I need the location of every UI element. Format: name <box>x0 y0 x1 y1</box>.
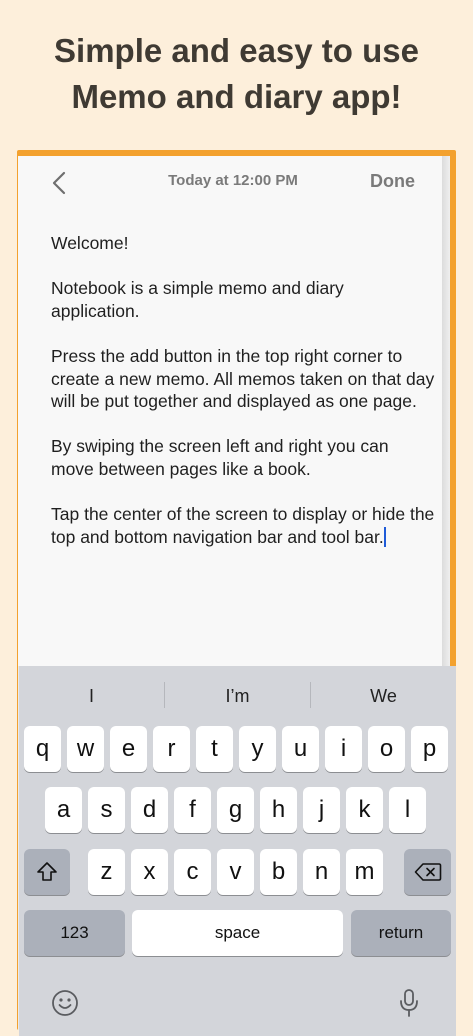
key-b[interactable]: b <box>260 849 297 895</box>
memo-paragraph: Press the add button in the top right co… <box>51 345 435 412</box>
back-button[interactable] <box>46 168 72 198</box>
key-f[interactable]: f <box>174 787 211 833</box>
emoji-icon <box>52 990 78 1016</box>
delete-key[interactable] <box>404 849 451 895</box>
memo-paragraph: Welcome! <box>51 233 129 253</box>
key-w[interactable]: w <box>67 726 104 772</box>
key-m[interactable]: m <box>346 849 383 895</box>
suggestion-1[interactable]: I <box>19 674 164 718</box>
key-k[interactable]: k <box>346 787 383 833</box>
done-button[interactable]: Done <box>370 171 415 192</box>
shift-icon <box>37 862 57 881</box>
return-key[interactable]: return <box>351 910 451 956</box>
delete-icon <box>414 863 441 881</box>
key-y[interactable]: y <box>239 726 276 772</box>
key-z[interactable]: z <box>88 849 125 895</box>
key-d[interactable]: d <box>131 787 168 833</box>
key-u[interactable]: u <box>282 726 319 772</box>
shift-key[interactable] <box>24 849 70 895</box>
memo-page[interactable]: Today at 12:00 PM Done Welcome! Notebook… <box>18 156 443 666</box>
key-v[interactable]: v <box>217 849 254 895</box>
key-h[interactable]: h <box>260 787 297 833</box>
text-caret <box>383 526 386 547</box>
headline-line-2: Memo and diary app! <box>71 78 402 115</box>
key-r[interactable]: r <box>153 726 190 772</box>
memo-paragraph-last: Tap the center of the screen to display … <box>51 503 436 548</box>
numbers-key[interactable]: 123 <box>24 910 125 956</box>
key-s[interactable]: s <box>88 787 125 833</box>
key-t[interactable]: t <box>196 726 233 772</box>
suggestion-3[interactable]: We <box>311 674 456 718</box>
memo-paragraph: Notebook is a simple memo and diary appl… <box>51 278 344 321</box>
suggestion-bar: I I’m We <box>19 674 456 718</box>
keyboard: I I’m We q w e r t y u i o p a s d f g h <box>19 666 456 1036</box>
memo-paragraph: By swiping the screen left and right you… <box>51 436 389 479</box>
device-frame: Today at 12:00 PM Done Welcome! Notebook… <box>17 150 456 1036</box>
dictation-button[interactable] <box>394 988 424 1018</box>
key-x[interactable]: x <box>131 849 168 895</box>
key-g[interactable]: g <box>217 787 254 833</box>
chevron-left-icon <box>52 171 66 195</box>
nav-title: Today at 12:00 PM <box>168 172 298 189</box>
key-l[interactable]: l <box>389 787 426 833</box>
screen: Today at 12:00 PM Done Welcome! Notebook… <box>18 156 456 1036</box>
headline: Simple and easy to use Memo and diary ap… <box>0 28 473 120</box>
key-i[interactable]: i <box>325 726 362 772</box>
page-edge <box>442 156 450 666</box>
microphone-icon <box>400 989 418 1017</box>
key-e[interactable]: e <box>110 726 147 772</box>
key-o[interactable]: o <box>368 726 405 772</box>
key-j[interactable]: j <box>303 787 340 833</box>
headline-line-1: Simple and easy to use <box>54 32 419 69</box>
suggestion-2[interactable]: I’m <box>165 674 310 718</box>
key-c[interactable]: c <box>174 849 211 895</box>
key-p[interactable]: p <box>411 726 448 772</box>
memo-paragraph: Tap the center of the screen to display … <box>51 504 435 547</box>
memo-text-area[interactable]: Welcome! Notebook is a simple memo and d… <box>51 232 436 571</box>
key-n[interactable]: n <box>303 849 340 895</box>
space-key[interactable]: space <box>132 910 343 956</box>
key-a[interactable]: a <box>45 787 82 833</box>
key-q[interactable]: q <box>24 726 61 772</box>
emoji-button[interactable] <box>50 988 80 1018</box>
